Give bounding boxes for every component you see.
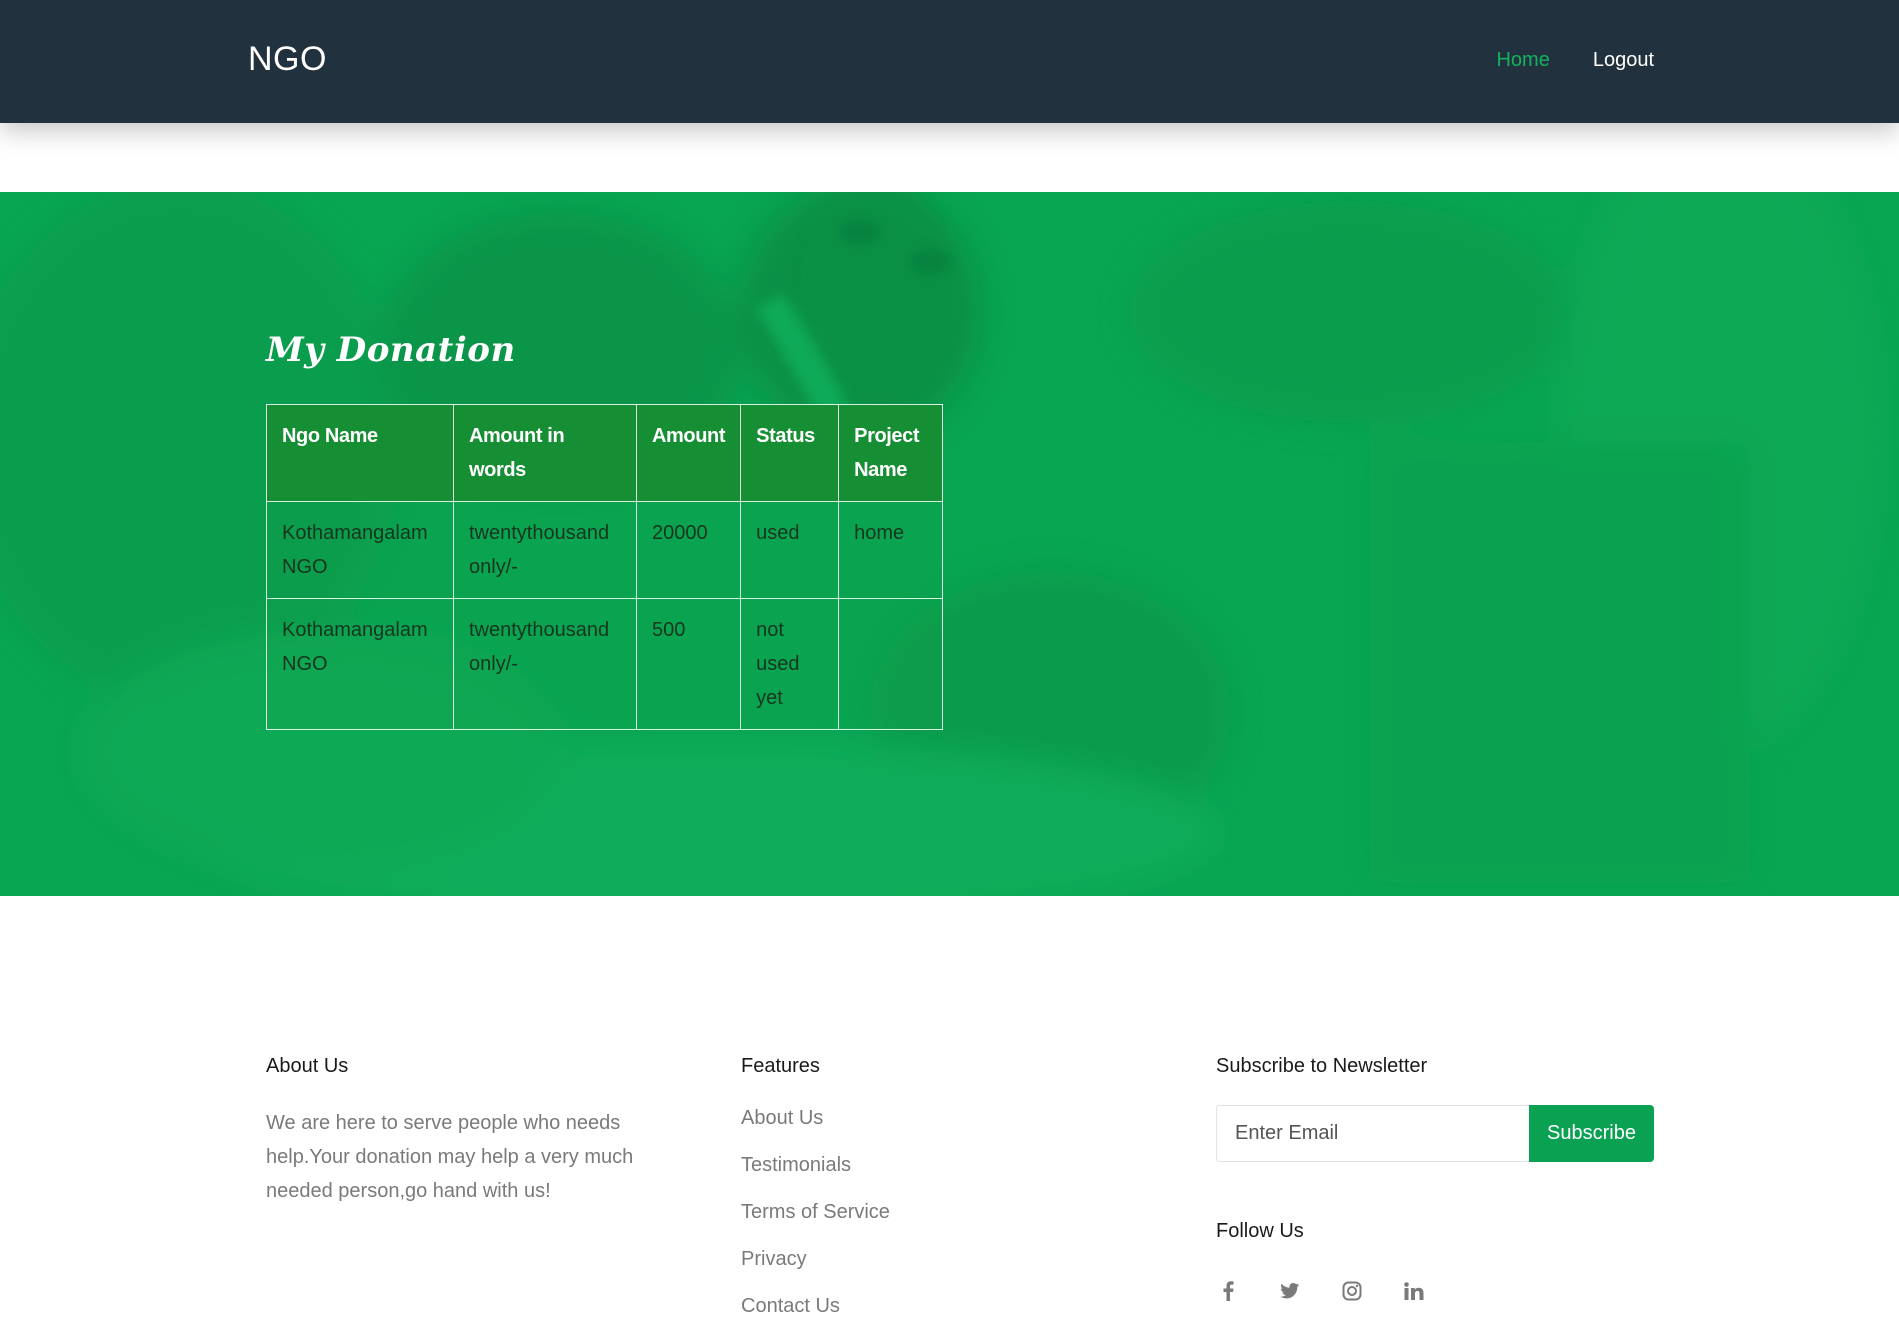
- cell-status: used: [740, 501, 840, 599]
- main-nav: Home Logout: [1496, 49, 1654, 72]
- table-row: Kothamangalam NGO twentythousand only/- …: [266, 598, 944, 730]
- cell-amount: 500: [635, 598, 742, 730]
- cell-status: not used yet: [740, 598, 840, 730]
- cell-ngo-name: Kothamangalam NGO: [266, 598, 454, 730]
- footer-link-privacy[interactable]: Privacy: [741, 1246, 1041, 1293]
- subscribe-button[interactable]: Subscribe: [1529, 1105, 1654, 1162]
- twitter-icon[interactable]: [1278, 1279, 1302, 1303]
- footer-link-testimonials[interactable]: Testimonials: [741, 1152, 1041, 1199]
- cell-amount-words: twentythousand only/-: [453, 501, 637, 599]
- newsletter-email-input[interactable]: [1216, 1105, 1529, 1162]
- footer-newsletter-column: Subscribe to Newsletter Subscribe Follow…: [1216, 1055, 1656, 1303]
- table-row: Kothamangalam NGO twentythousand only/- …: [266, 501, 944, 599]
- col-header-amount-words: Amount in words: [453, 404, 637, 502]
- footer-features-column: Features About Us Testimonials Terms of …: [741, 1055, 1041, 1340]
- nav-logout-link[interactable]: Logout: [1593, 49, 1654, 72]
- footer-newsletter-title: Subscribe to Newsletter: [1216, 1055, 1428, 1077]
- cell-project-name: [838, 598, 944, 730]
- follow-us-title: Follow Us: [1216, 1220, 1304, 1242]
- top-navbar: NGO Home Logout: [0, 0, 1899, 123]
- footer-about-column: About Us We are here to serve people who…: [266, 1055, 666, 1208]
- cell-amount: 20000: [635, 501, 742, 599]
- facebook-icon[interactable]: [1216, 1279, 1240, 1303]
- brand-logo[interactable]: NGO: [248, 40, 327, 79]
- nav-home-link[interactable]: Home: [1496, 49, 1549, 72]
- cell-ngo-name: Kothamangalam NGO: [266, 501, 454, 599]
- my-donation-title: My Donation: [266, 330, 516, 370]
- footer-link-terms[interactable]: Terms of Service: [741, 1199, 1041, 1246]
- instagram-icon[interactable]: [1340, 1279, 1364, 1303]
- donation-hero-section: My Donation Ngo Name Amount in words Amo…: [0, 192, 1899, 896]
- donations-table: Ngo Name Amount in words Amount Status P…: [266, 404, 944, 730]
- table-header-row: Ngo Name Amount in words Amount Status P…: [266, 404, 944, 502]
- footer-link-about-us[interactable]: About Us: [741, 1105, 1041, 1152]
- col-header-status: Status: [740, 404, 840, 502]
- col-header-amount: Amount: [635, 404, 742, 502]
- newsletter-form: Subscribe: [1216, 1105, 1654, 1162]
- footer-features-title: Features: [741, 1055, 820, 1077]
- col-header-ngo-name: Ngo Name: [266, 404, 454, 502]
- col-header-project-name: Project Name: [838, 404, 944, 502]
- footer-about-title: About Us: [266, 1055, 349, 1077]
- cell-amount-words: twentythousand only/-: [453, 598, 637, 730]
- linkedin-icon[interactable]: [1402, 1279, 1426, 1303]
- social-links: [1216, 1279, 1656, 1303]
- footer-features-list: About Us Testimonials Terms of Service P…: [741, 1105, 1041, 1340]
- footer-link-contact[interactable]: Contact Us: [741, 1293, 1041, 1340]
- footer-about-text: We are here to serve people who needs he…: [266, 1112, 634, 1202]
- cell-project-name: home: [838, 501, 944, 599]
